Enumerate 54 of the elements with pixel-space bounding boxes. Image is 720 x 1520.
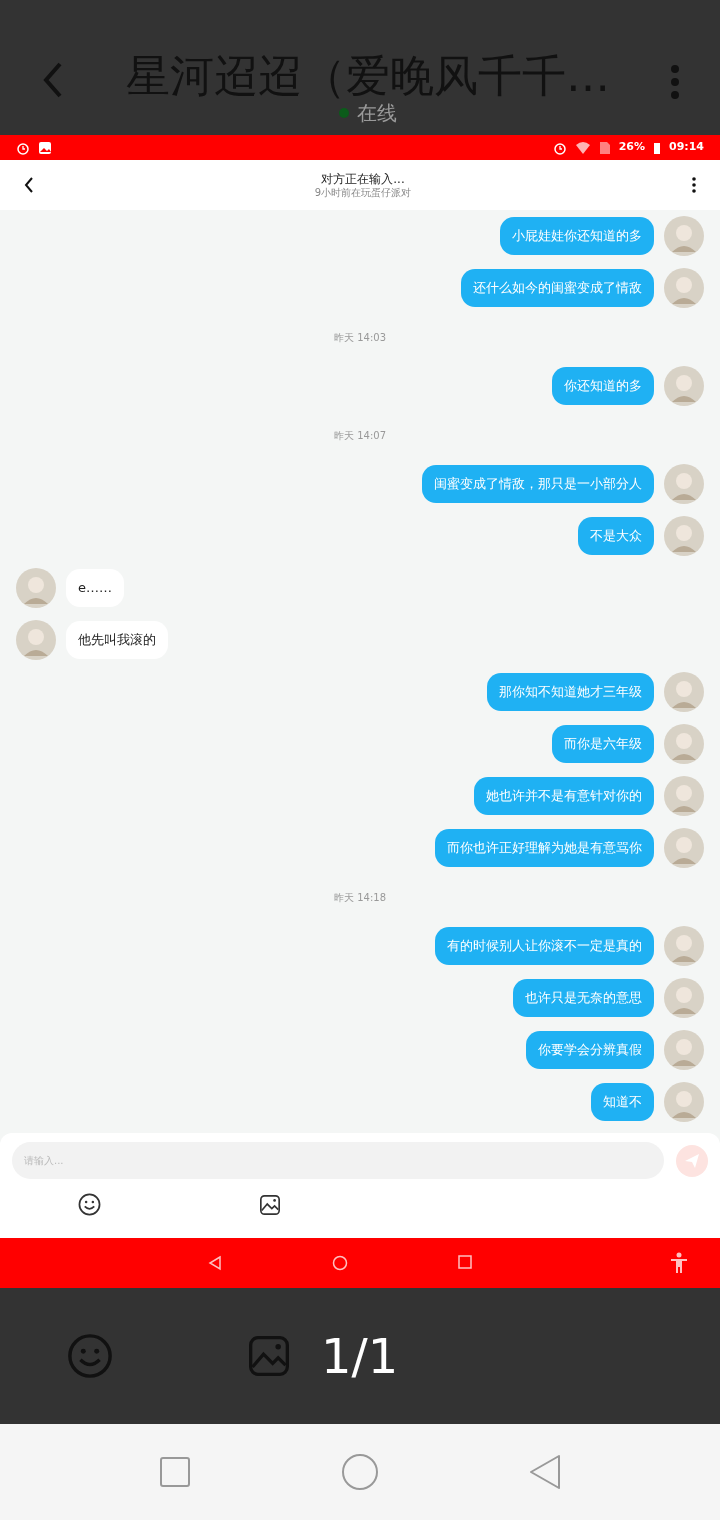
page-counter: 1/1 bbox=[321, 1327, 399, 1386]
battery-percent: 26% bbox=[618, 139, 645, 156]
online-status: 在线 bbox=[357, 102, 397, 124]
recents-icon[interactable] bbox=[458, 1255, 472, 1269]
header-title: 对方正在输入... bbox=[321, 171, 405, 187]
avatar bbox=[16, 568, 56, 608]
avatar bbox=[664, 516, 704, 556]
home-icon[interactable] bbox=[341, 1453, 379, 1491]
avatar bbox=[664, 926, 704, 966]
avatar bbox=[664, 724, 704, 764]
avatar bbox=[16, 620, 56, 660]
message-bubble: 也许只是无奈的意思 bbox=[513, 979, 654, 1017]
message-bubble: 小屁娃娃你还知道的多 bbox=[500, 217, 654, 255]
emoji-icon[interactable] bbox=[78, 1193, 101, 1216]
timestamp: 昨天 14:03 bbox=[334, 330, 386, 345]
message-bubble: 你还知道的多 bbox=[552, 367, 654, 405]
avatar bbox=[664, 366, 704, 406]
message-bubble: 她也许并不是有意针对你的 bbox=[474, 777, 654, 815]
image-icon bbox=[38, 140, 52, 155]
home-icon[interactable] bbox=[332, 1255, 348, 1271]
timestamp: 昨天 14:07 bbox=[334, 428, 386, 443]
alarm-icon bbox=[16, 140, 30, 155]
message-bubble: 而你也许正好理解为她是有意骂你 bbox=[435, 829, 654, 867]
timestamp: 昨天 14:18 bbox=[334, 890, 386, 905]
message-bubble: 你要学会分辨真假 bbox=[526, 1031, 654, 1069]
image-icon[interactable] bbox=[259, 1193, 281, 1216]
recents-icon[interactable] bbox=[159, 1456, 191, 1488]
header-subtitle: 9小时前在玩蛋仔派对 bbox=[314, 186, 412, 199]
message-bubble: 他先叫我滚的 bbox=[66, 621, 168, 659]
message-bubble: 那你知不知道她才三年级 bbox=[487, 673, 654, 711]
back-icon[interactable] bbox=[24, 177, 34, 193]
avatar bbox=[664, 672, 704, 712]
avatar bbox=[664, 464, 704, 504]
message-bubble: 而你是六年级 bbox=[552, 725, 654, 763]
avatar bbox=[664, 1082, 704, 1122]
accessibility-icon[interactable] bbox=[670, 1252, 688, 1274]
avatar bbox=[664, 776, 704, 816]
message-bubble: 闺蜜变成了情敌，那只是一小部分人 bbox=[422, 465, 654, 503]
wifi-icon bbox=[574, 140, 591, 155]
avatar bbox=[664, 1030, 704, 1070]
message-bubble: 还什么如今的闺蜜变成了情敌 bbox=[461, 269, 654, 307]
message-bubble: e…… bbox=[66, 569, 124, 607]
avatar bbox=[664, 978, 704, 1018]
message-bubble: 不是大众 bbox=[578, 517, 654, 555]
avatar bbox=[664, 268, 704, 308]
message-bubble: 知道不 bbox=[591, 1083, 654, 1121]
battery-icon bbox=[653, 140, 661, 155]
alarm-icon bbox=[552, 140, 567, 155]
no-sim-icon bbox=[598, 140, 611, 155]
avatar bbox=[664, 216, 704, 256]
more-icon[interactable] bbox=[692, 177, 696, 193]
message-bubble: 有的时候别人让你滚不一定是真的 bbox=[435, 927, 654, 965]
avatar bbox=[664, 828, 704, 868]
clock: 09:14 bbox=[669, 139, 704, 156]
